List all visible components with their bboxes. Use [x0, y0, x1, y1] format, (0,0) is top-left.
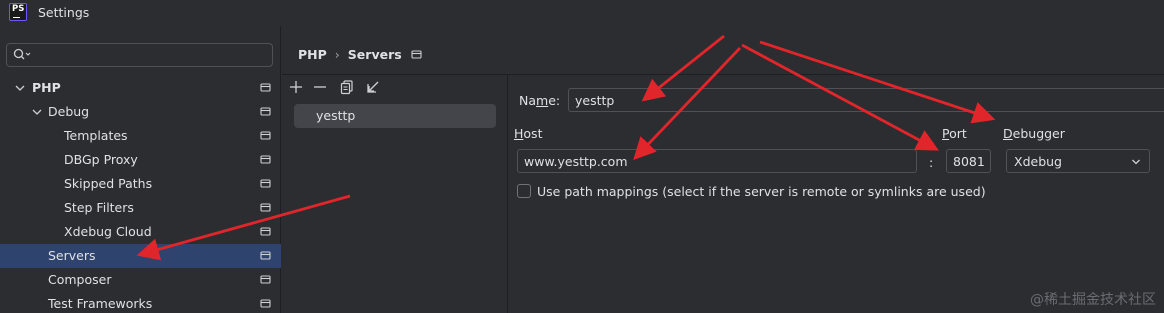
project-level-icon [260, 179, 271, 188]
project-level-icon [260, 83, 271, 92]
title-bar: PS Settings [0, 0, 1164, 26]
port-label: Port [942, 126, 967, 141]
project-level-icon [260, 299, 271, 308]
sidebar-item-servers[interactable]: Servers [0, 244, 281, 268]
project-level-icon [260, 227, 271, 236]
sidebar-item-label: Step Filters [64, 200, 134, 215]
project-level-icon [260, 107, 271, 116]
path-mappings-label[interactable]: Use path mappings (select if the server … [537, 184, 986, 199]
sidebar-item-label: DBGp Proxy [64, 152, 138, 167]
path-mappings-checkbox[interactable] [517, 184, 531, 198]
copy-icon[interactable] [339, 79, 355, 95]
breadcrumb-separator: › [334, 47, 340, 62]
port-input[interactable]: 8081 [946, 149, 991, 173]
host-input[interactable]: www.yesttp.com [517, 149, 917, 173]
breadcrumb: PHP › Servers [298, 47, 422, 62]
watermark: @稀土掘金技术社区 [1030, 292, 1156, 308]
chevron-down-icon[interactable] [31, 106, 43, 118]
name-input[interactable]: yesttp [568, 88, 1164, 112]
sidebar-item-label: Test Frameworks [48, 296, 153, 311]
name-label: Name: [519, 93, 561, 108]
sidebar-item-label: Composer [48, 272, 112, 287]
server-form: Name: yesttp Host www.yesttp.com : Port … [509, 75, 1164, 313]
search-icon [13, 48, 31, 60]
breadcrumb-servers: Servers [347, 47, 402, 62]
project-level-icon [260, 251, 271, 260]
sidebar-item-label: Servers [48, 248, 96, 263]
server-list-item[interactable]: yesttp [294, 104, 496, 128]
settings-search-input[interactable] [6, 43, 273, 67]
chevron-down-icon [1132, 159, 1140, 165]
sidebar-item-label: PHP [32, 80, 61, 95]
sidebar-item-label: Skipped Paths [64, 176, 153, 191]
project-level-icon [260, 131, 271, 140]
host-value: www.yesttp.com [524, 154, 628, 169]
debugger-label: Debugger [1003, 126, 1065, 141]
sidebar-item-dbgp-proxy[interactable]: DBGp Proxy [0, 148, 281, 172]
port-separator: : [929, 155, 934, 170]
sidebar-item-php[interactable]: PHP [0, 76, 281, 100]
server-item-label: yesttp [316, 108, 356, 123]
chevron-down-icon[interactable] [14, 82, 26, 94]
import-icon[interactable] [365, 79, 381, 95]
phpstorm-logo-icon: PS [9, 3, 27, 21]
sidebar-item-templates[interactable]: Templates [0, 124, 281, 148]
sidebar-item-label: Debug [48, 104, 90, 119]
sidebar-item-skipped-paths[interactable]: Skipped Paths [0, 172, 281, 196]
servers-list-panel: yesttp [282, 75, 508, 313]
project-level-icon [411, 50, 422, 59]
settings-sidebar: PHP Debug Templates DBGp Proxy Skipped Paths… [0, 26, 281, 313]
host-label: Host [514, 126, 543, 141]
debugger-select[interactable]: Xdebug [1006, 149, 1150, 173]
add-icon[interactable] [288, 79, 304, 95]
project-level-icon [260, 275, 271, 284]
sidebar-item-label: Xdebug Cloud [64, 224, 152, 239]
window-title: Settings [38, 5, 90, 20]
project-level-icon [260, 203, 271, 212]
sidebar-item-step-filters[interactable]: Step Filters [0, 196, 281, 220]
sidebar-item-label: Templates [64, 128, 128, 143]
breadcrumb-php[interactable]: PHP [298, 47, 327, 62]
port-value: 8081 [953, 154, 985, 169]
name-value: yesttp [575, 93, 615, 108]
sidebar-item-xdebug-cloud[interactable]: Xdebug Cloud [0, 220, 281, 244]
debugger-value: Xdebug [1014, 154, 1062, 169]
sidebar-item-test-frameworks[interactable]: Test Frameworks [0, 292, 281, 313]
sidebar-item-debug[interactable]: Debug [0, 100, 281, 124]
sidebar-item-composer[interactable]: Composer [0, 268, 281, 292]
project-level-icon [260, 155, 271, 164]
remove-icon[interactable] [312, 79, 328, 95]
